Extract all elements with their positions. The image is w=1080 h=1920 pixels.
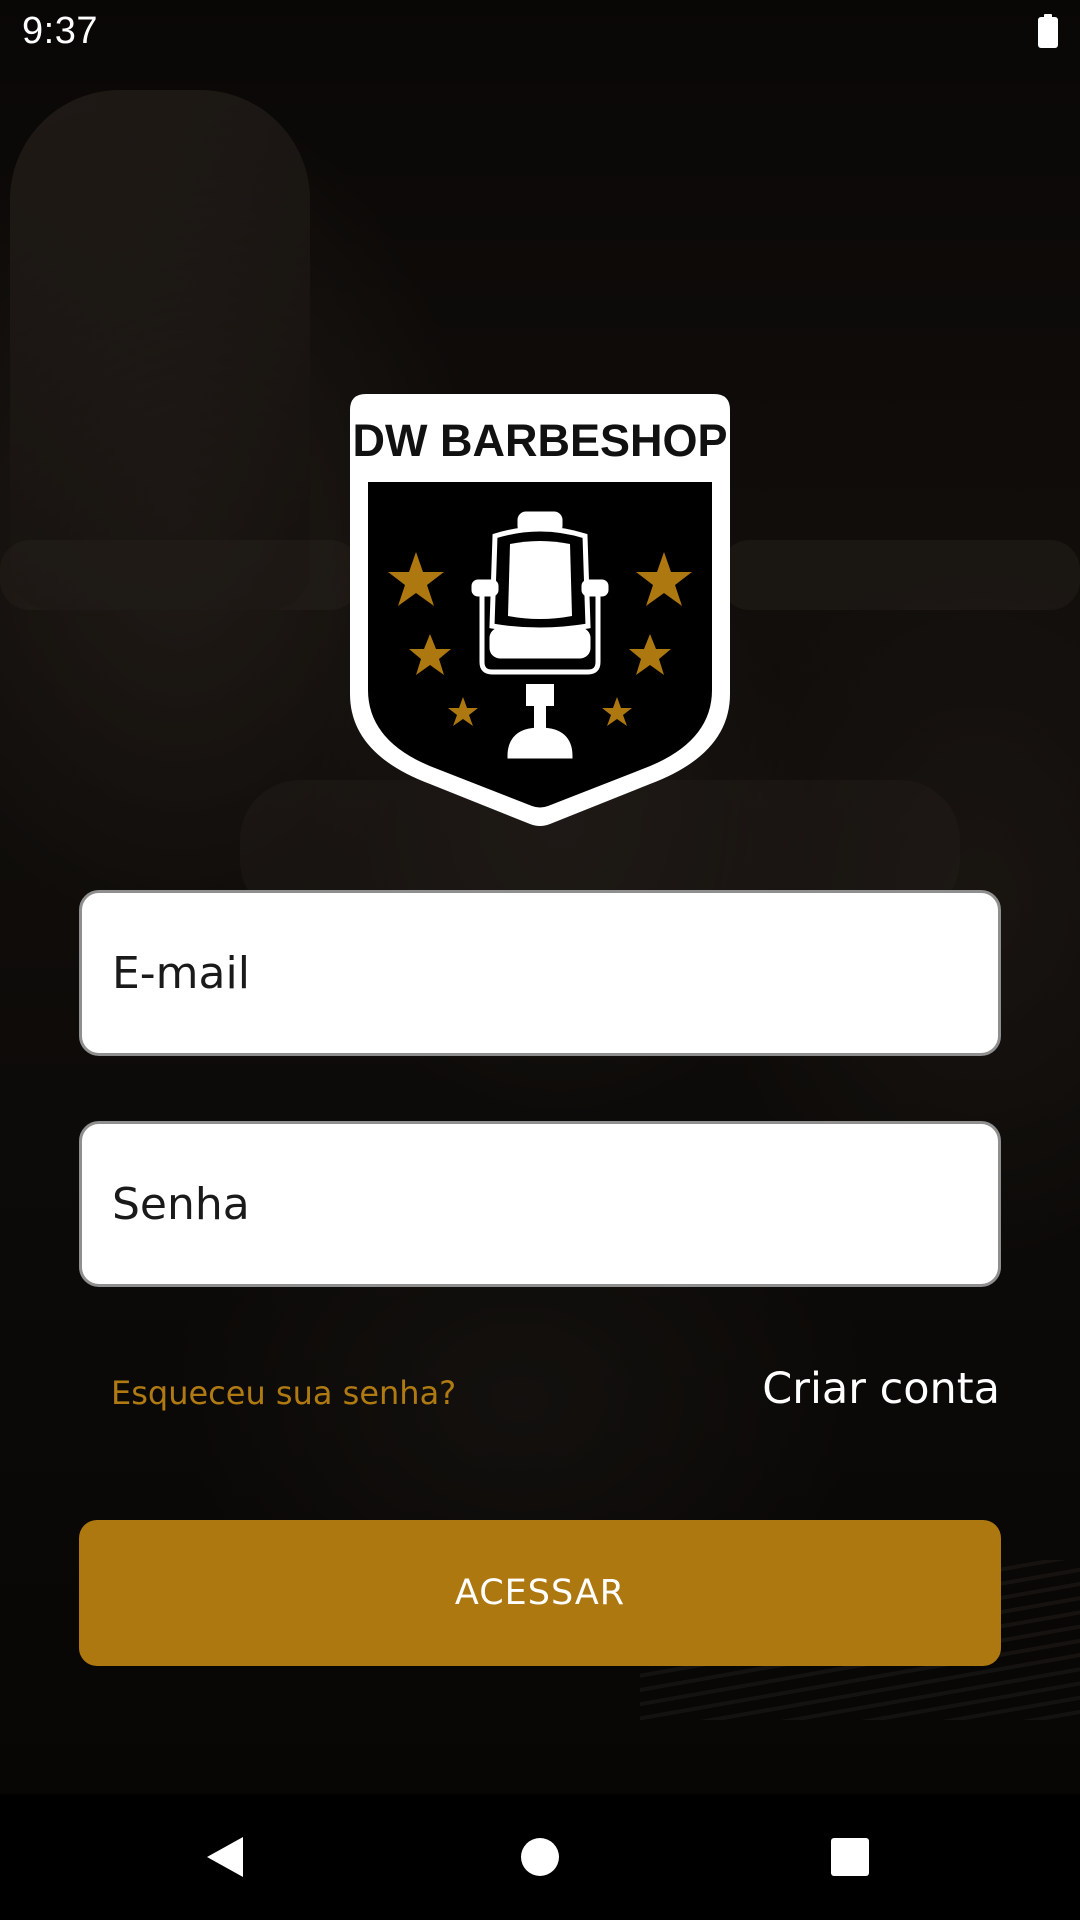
access-button[interactable]: ACESSAR — [79, 1520, 1001, 1666]
barbershop-logo: DW BARBESHOP — [350, 394, 730, 826]
nav-back-button[interactable] — [150, 1794, 300, 1920]
email-input[interactable] — [82, 893, 998, 1053]
email-field[interactable] — [79, 890, 1001, 1056]
password-field[interactable] — [79, 1121, 1001, 1287]
navigation-bar — [0, 1794, 1080, 1920]
create-account-link[interactable]: Criar conta — [762, 1364, 1000, 1414]
forgot-password-link[interactable]: Esqueceu sua senha? — [111, 1374, 456, 1412]
nav-home-button[interactable] — [465, 1794, 615, 1920]
nav-recents-button[interactable] — [775, 1794, 925, 1920]
home-circle-icon — [521, 1838, 559, 1876]
battery-full-icon — [1038, 14, 1058, 48]
logo-brand-text: DW BARBESHOP — [352, 415, 727, 466]
recents-square-icon — [831, 1838, 869, 1876]
status-time: 9:37 — [22, 10, 98, 52]
status-bar: 9:37 — [0, 0, 1080, 64]
back-triangle-icon — [207, 1837, 243, 1877]
password-input[interactable] — [82, 1124, 998, 1284]
